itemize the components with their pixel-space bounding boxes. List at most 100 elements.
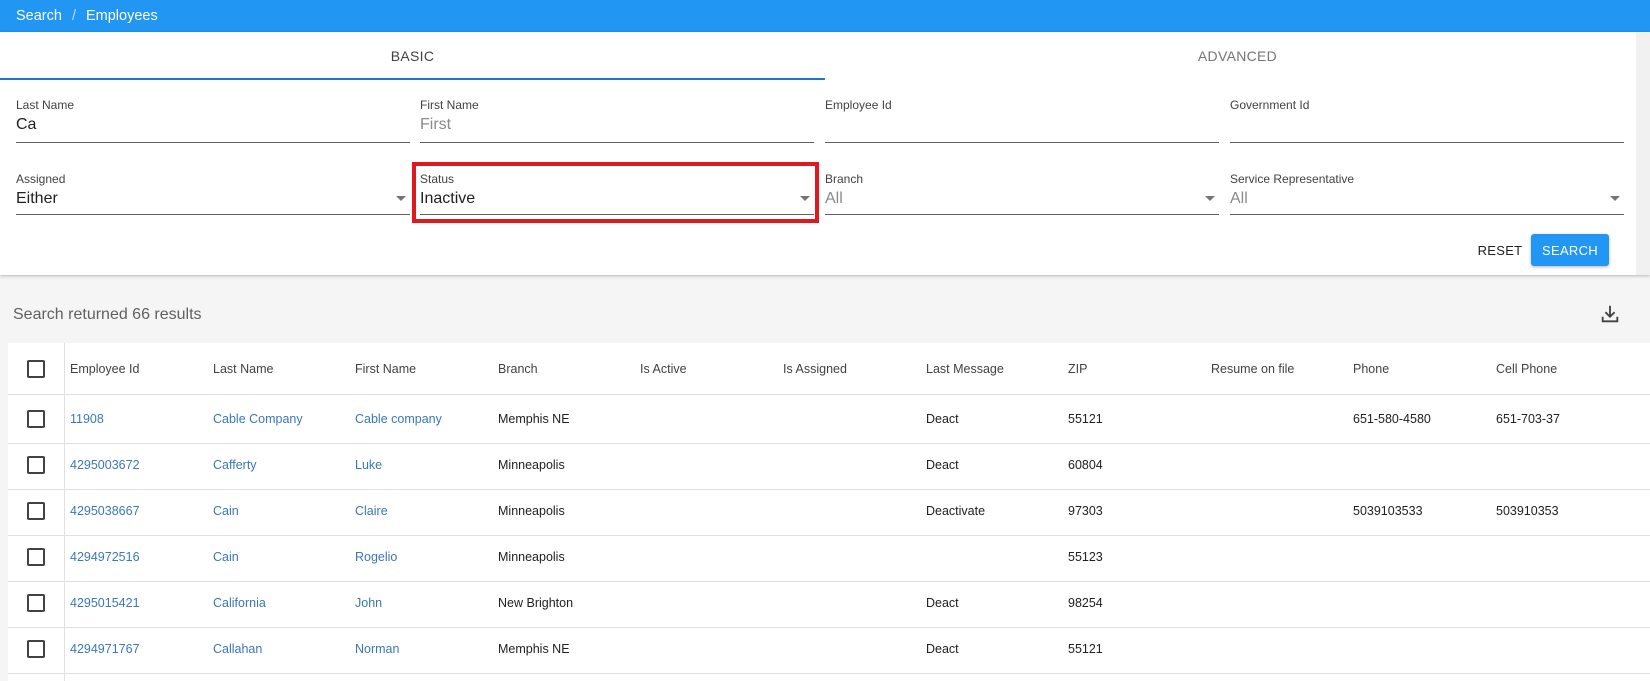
table-row[interactable]: 4295003672 Cafferty Luke Minneapolis Deact 60… <box>8 442 1650 490</box>
column-header-employee-id[interactable]: Employee Id <box>70 343 210 394</box>
cell-employee-id[interactable]: 4295003672 <box>70 442 210 488</box>
tab-advanced[interactable]: ADVANCED <box>825 32 1650 80</box>
column-header-is-assigned[interactable]: Is Assigned <box>783 343 923 394</box>
last-name-underline <box>16 142 410 143</box>
assigned-label: Assigned <box>16 172 66 186</box>
row-checkbox[interactable] <box>27 502 45 520</box>
cell-cell-phone <box>1496 442 1650 488</box>
cell-last-name[interactable]: Callahan <box>213 626 353 672</box>
cell-zip: 97303 <box>1068 504 1103 518</box>
service-rep-select[interactable]: Service Representative All <box>1230 172 1624 218</box>
row-checkbox[interactable] <box>27 640 45 658</box>
column-header-last-message[interactable]: Last Message <box>926 343 1066 394</box>
row-checkbox[interactable] <box>27 456 45 474</box>
table-row[interactable]: 4295038667 Cain Claire Minneapolis Deactivat… <box>8 488 1650 536</box>
cell-phone: 651-580-4580 <box>1353 412 1431 426</box>
cell-is-assigned <box>783 580 923 626</box>
caret-down-icon[interactable] <box>1205 196 1215 201</box>
row-checkbox[interactable] <box>27 410 45 428</box>
last-name-label: Last Name <box>16 98 75 112</box>
cell-resume-on-file <box>1211 626 1351 672</box>
row-checkbox[interactable] <box>27 548 45 566</box>
tab-basic[interactable]: BASIC <box>0 32 825 80</box>
active-tab-indicator <box>0 78 825 80</box>
first-name-label: First Name <box>420 98 479 112</box>
cell-last-message: Deact <box>926 412 959 426</box>
cell-cell-phone <box>1496 626 1650 672</box>
column-header-branch[interactable]: Branch <box>498 343 638 394</box>
cell-is-assigned <box>783 534 923 580</box>
column-header-zip[interactable]: ZIP <box>1068 343 1208 394</box>
cell-employee-id[interactable]: 4295038667 <box>70 488 210 534</box>
cell-is-active <box>640 396 780 442</box>
column-header-resume-on-file[interactable]: Resume on file <box>1211 343 1351 394</box>
first-name-input[interactable]: First <box>420 116 451 134</box>
cell-phone <box>1353 442 1493 488</box>
caret-down-icon[interactable] <box>396 196 406 201</box>
cell-employee-id[interactable]: 4294971767 <box>70 626 210 672</box>
table-row[interactable]: 4294972516 Cain Rogelio Minneapolis 55123 <box>8 534 1650 582</box>
breadcrumb-bar: Search / Employees <box>0 0 1650 32</box>
cell-last-name[interactable]: Cable Company <box>213 396 353 442</box>
employee-id-field[interactable]: Employee Id <box>825 98 1219 148</box>
cell-branch: Minneapolis <box>498 550 565 564</box>
last-name-input[interactable]: Ca <box>16 116 36 134</box>
select-all-checkbox[interactable] <box>27 360 45 378</box>
column-header-is-active[interactable]: Is Active <box>640 343 780 394</box>
breadcrumb-employees[interactable]: Employees <box>86 8 158 24</box>
cell-resume-on-file <box>1211 580 1351 626</box>
table-header-row: Employee Id Last Name First Name Branch Is A… <box>8 343 1650 395</box>
service-rep-value: All <box>1230 190 1248 207</box>
table-row[interactable]: 4295015421 California John New Brighton Deac… <box>8 580 1650 628</box>
cell-is-assigned <box>783 488 923 534</box>
column-header-first-name[interactable]: First Name <box>355 343 495 394</box>
cell-branch: Memphis NE <box>498 412 570 426</box>
cell-employee-id[interactable]: 4295015421 <box>70 580 210 626</box>
cell-phone <box>1353 626 1493 672</box>
assigned-select[interactable]: Assigned Either <box>16 172 410 218</box>
cell-resume-on-file <box>1211 534 1351 580</box>
first-name-field[interactable]: First Name First <box>420 98 814 148</box>
download-icon[interactable] <box>1599 303 1621 325</box>
cell-is-active <box>640 626 780 672</box>
last-name-field[interactable]: Last Name Ca <box>16 98 410 148</box>
cell-resume-on-file <box>1211 488 1351 534</box>
table-row[interactable]: 4294971767 Callahan Norman Memphis NE Deact 5… <box>8 626 1650 674</box>
cell-first-name[interactable]: Norman <box>355 626 495 672</box>
caret-down-icon[interactable] <box>1610 196 1620 201</box>
column-header-last-name[interactable]: Last Name <box>213 343 353 394</box>
cell-last-name[interactable]: Cafferty <box>213 442 353 488</box>
assigned-underline <box>16 214 410 215</box>
cell-first-name[interactable]: Rogelio <box>355 534 495 580</box>
cell-last-name[interactable]: Cain <box>213 534 353 580</box>
search-button[interactable]: SEARCH <box>1531 234 1609 266</box>
cell-last-name[interactable]: Cain <box>213 488 353 534</box>
branch-select[interactable]: Branch All <box>825 172 1219 218</box>
scrollbar[interactable] <box>1636 32 1650 275</box>
cell-first-name[interactable]: John <box>355 580 495 626</box>
breadcrumb-search[interactable]: Search <box>16 8 62 24</box>
cell-last-message: Deact <box>926 642 959 656</box>
cell-cell-phone: 503910353 <box>1496 504 1559 518</box>
cell-phone <box>1353 580 1493 626</box>
cell-first-name[interactable]: Claire <box>355 488 495 534</box>
cell-cell-phone: 651-703-37 <box>1496 412 1560 426</box>
government-id-label: Government Id <box>1230 98 1310 112</box>
cell-employee-id[interactable]: 11908 <box>70 396 210 442</box>
service-rep-underline <box>1230 214 1624 215</box>
cell-first-name[interactable]: Luke <box>355 442 495 488</box>
government-id-field[interactable]: Government Id <box>1230 98 1624 148</box>
row-checkbox[interactable] <box>27 594 45 612</box>
cell-employee-id[interactable]: 4294972516 <box>70 534 210 580</box>
status-highlight-box <box>412 162 819 223</box>
table-row[interactable]: 11908 Cable Company Cable company Memphis N… <box>8 396 1650 444</box>
branch-value: All <box>825 190 843 207</box>
column-header-cell-phone[interactable]: Cell Phone <box>1496 343 1650 394</box>
cell-last-name[interactable]: California <box>213 580 353 626</box>
results-table: Employee Id Last Name First Name Branch Is A… <box>8 343 1650 681</box>
cell-cell-phone <box>1496 534 1650 580</box>
column-header-phone[interactable]: Phone <box>1353 343 1493 394</box>
reset-button[interactable]: RESET <box>1475 234 1525 266</box>
assigned-value: Either <box>16 190 58 207</box>
cell-first-name[interactable]: Cable company <box>355 396 495 442</box>
